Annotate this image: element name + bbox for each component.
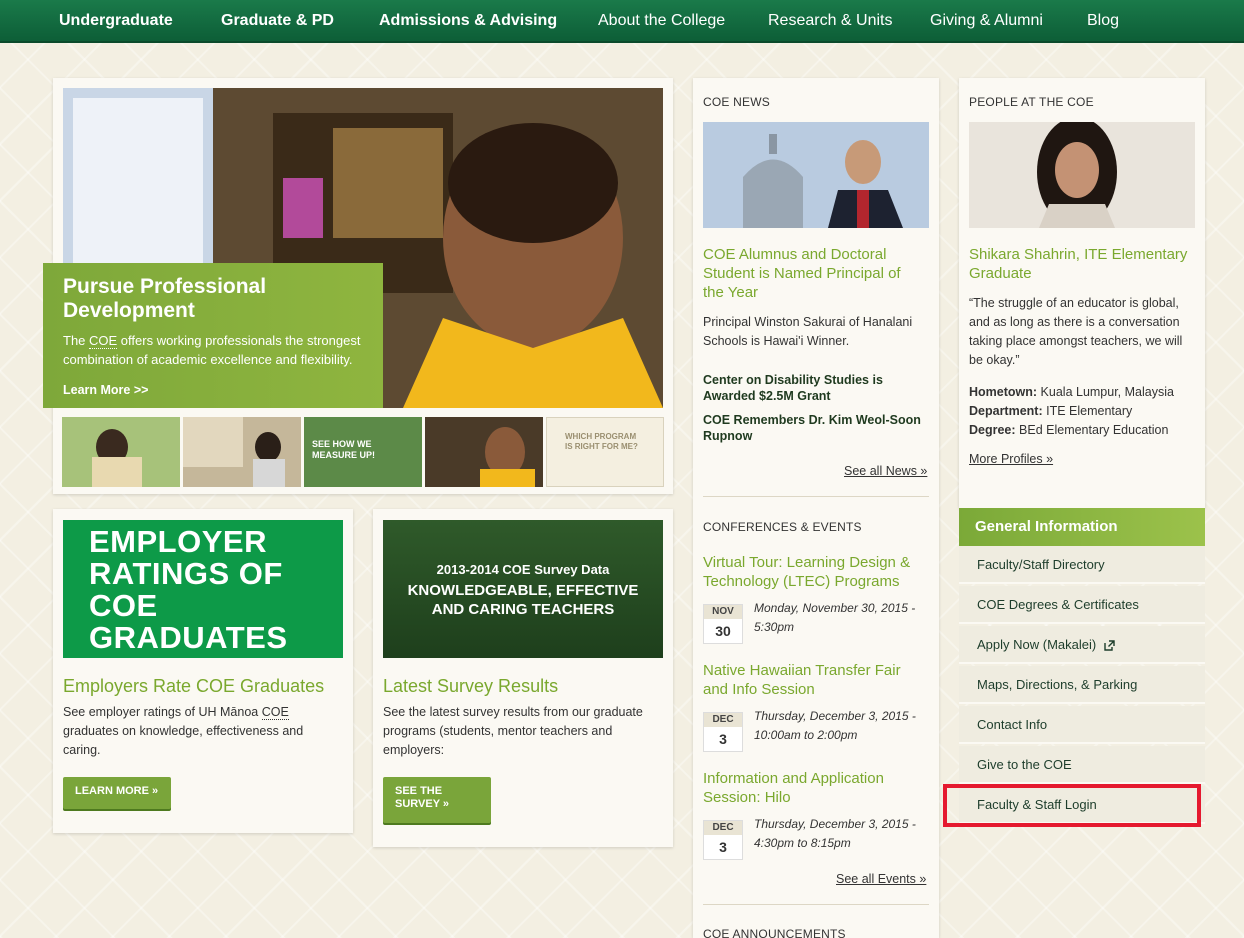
event-month: NOV [704,605,742,619]
gi-maps-directions-parking[interactable]: Maps, Directions, & Parking [959,666,1205,704]
people-name[interactable]: Shikara Shahrin, ITE Elementary Graduate [969,245,1195,283]
promo-survey-title[interactable]: Latest Survey Results [383,677,558,696]
promo-employers-text: See employer ratings of UH Mānoa COE gra… [63,705,304,757]
gi-contact-info[interactable]: Contact Info [959,706,1205,744]
news-divider [703,496,929,497]
nav-research-units[interactable]: Research & Units [768,12,893,30]
more-profiles-link[interactable]: More Profiles » [969,452,1053,466]
event-time-ltec: Monday, November 30, 2015 - 5:30pm [754,601,916,634]
highlight-box [943,784,1201,827]
announcements-heading: COE ANNOUNCEMENTS [703,927,846,938]
people-details: Hometown: Kuala Lumpur, Malaysia Departm… [969,383,1195,440]
see-survey-line2: SURVEY » [395,798,450,810]
event-date-ltec: NOV 30 [703,604,743,644]
news-headline[interactable]: COE Alumnus and Doctoral Student is Name… [703,245,923,302]
thumb-program-label: WHICH PROGRAM IS RIGHT FOR ME? [565,432,638,451]
hero-learn-more-link[interactable]: Learn More >> [63,383,363,397]
event-time-hilo: Thursday, December 3, 2015 - 4:30pm to 8… [754,817,916,850]
event-title-transfer-fair[interactable]: Native Hawaiian Transfer Fair and Info S… [703,661,923,699]
thumb-professional[interactable] [425,417,543,487]
promo-survey-image[interactable]: 2013-2014 COE Survey Data KNOWLEDGEABLE,… [383,520,663,658]
news-item-rupnow[interactable]: COE Remembers Dr. Kim Weol-Soon Rupnow [703,412,929,444]
event-title-hilo[interactable]: Information and Application Session: Hil… [703,769,923,807]
people-degree: Degree: BEd Elementary Education [969,423,1169,437]
event-date-hilo: DEC 3 [703,820,743,860]
coe-abbr: COE [261,705,289,720]
nav-blog[interactable]: Blog [1087,12,1119,30]
general-info-heading: General Information [959,508,1205,546]
external-link-icon [1104,639,1115,654]
thumb-which-program[interactable]: WHICH PROGRAM IS RIGHT FOR ME? [546,417,664,487]
hero-overlay: Pursue Professional Development The COE … [43,263,383,408]
nav-about-college[interactable]: About the College [598,12,725,30]
news-heading: COE NEWS [703,95,770,109]
see-all-news-link[interactable]: See all News » [844,464,927,478]
promo-employers-image[interactable]: EMPLOYER RATINGS OF COE GRADUATES [63,520,343,658]
coe-abbr: COE [89,333,118,349]
survey-image-line1: 2013-2014 COE Survey Data [436,562,610,577]
event-title-ltec[interactable]: Virtual Tour: Learning Design & Technolo… [703,553,929,591]
events-heading: CONFERENCES & EVENTS [703,520,862,534]
people-heading: PEOPLE AT THE COE [969,95,1094,109]
nav-graduate-pd[interactable]: Graduate & PD [221,12,334,30]
events-divider [703,904,929,905]
event-date-transfer-fair: DEC 3 [703,712,743,752]
people-image[interactable] [969,122,1195,228]
people-quote: “The struggle of an educator is global, … [969,296,1183,367]
see-survey-line1: SEE THE [395,785,443,797]
nav-admissions-advising[interactable]: Admissions & Advising [379,12,557,30]
thumb-student-campus[interactable] [183,417,301,487]
see-all-events-link[interactable]: See all Events » [836,872,926,886]
thumb-measure-label: SEE HOW WE MEASURE UP! [312,439,376,460]
event-day: 3 [719,731,727,747]
gi-degrees-certificates[interactable]: COE Degrees & Certificates [959,586,1205,624]
thumb-student-reading[interactable] [62,417,180,487]
news-image[interactable] [703,122,929,228]
event-month: DEC [704,821,742,835]
event-month: DEC [704,713,742,727]
news-summary: Principal Winston Sakurai of Hanalani Sc… [703,315,913,348]
gi-give-to-coe[interactable]: Give to the COE [959,746,1205,784]
hero-text: The COE offers working professionals the… [63,333,361,367]
thumb-measure-up[interactable]: SEE HOW WE MEASURE UP! [304,417,422,487]
gi-apply-now-label: Apply Now (Makalei) [977,637,1097,652]
event-day: 3 [719,839,727,855]
nav-undergraduate[interactable]: Undergraduate [59,12,173,30]
event-time-transfer-fair: Thursday, December 3, 2015 - 10:00am to … [754,709,916,742]
gi-faculty-staff-directory[interactable]: Faculty/Staff Directory [959,546,1205,584]
survey-image-line3: AND CARING TEACHERS [431,601,615,618]
people-department: Department: ITE Elementary [969,404,1133,418]
news-item-disability[interactable]: Center on Disability Studies is Awarded … [703,372,923,404]
hero-title: Pursue Professional Development [63,275,267,322]
promo-employers-title[interactable]: Employers Rate COE Graduates [63,677,324,696]
promo-survey-text: See the latest survey results from our g… [383,705,643,757]
event-day: 30 [715,623,731,639]
top-nav: Undergraduate Graduate & PD Admissions &… [0,0,1244,43]
see-survey-button[interactable]: SEE THE SURVEY » [383,777,491,823]
learn-more-button[interactable]: LEARN MORE » [63,777,171,809]
nav-giving-alumni[interactable]: Giving & Alumni [930,12,1043,30]
gi-apply-now[interactable]: Apply Now (Makalei) [959,626,1205,664]
survey-image-line2: KNOWLEDGEABLE, EFFECTIVE [407,582,639,599]
people-hometown: Hometown: Kuala Lumpur, Malaysia [969,385,1174,399]
